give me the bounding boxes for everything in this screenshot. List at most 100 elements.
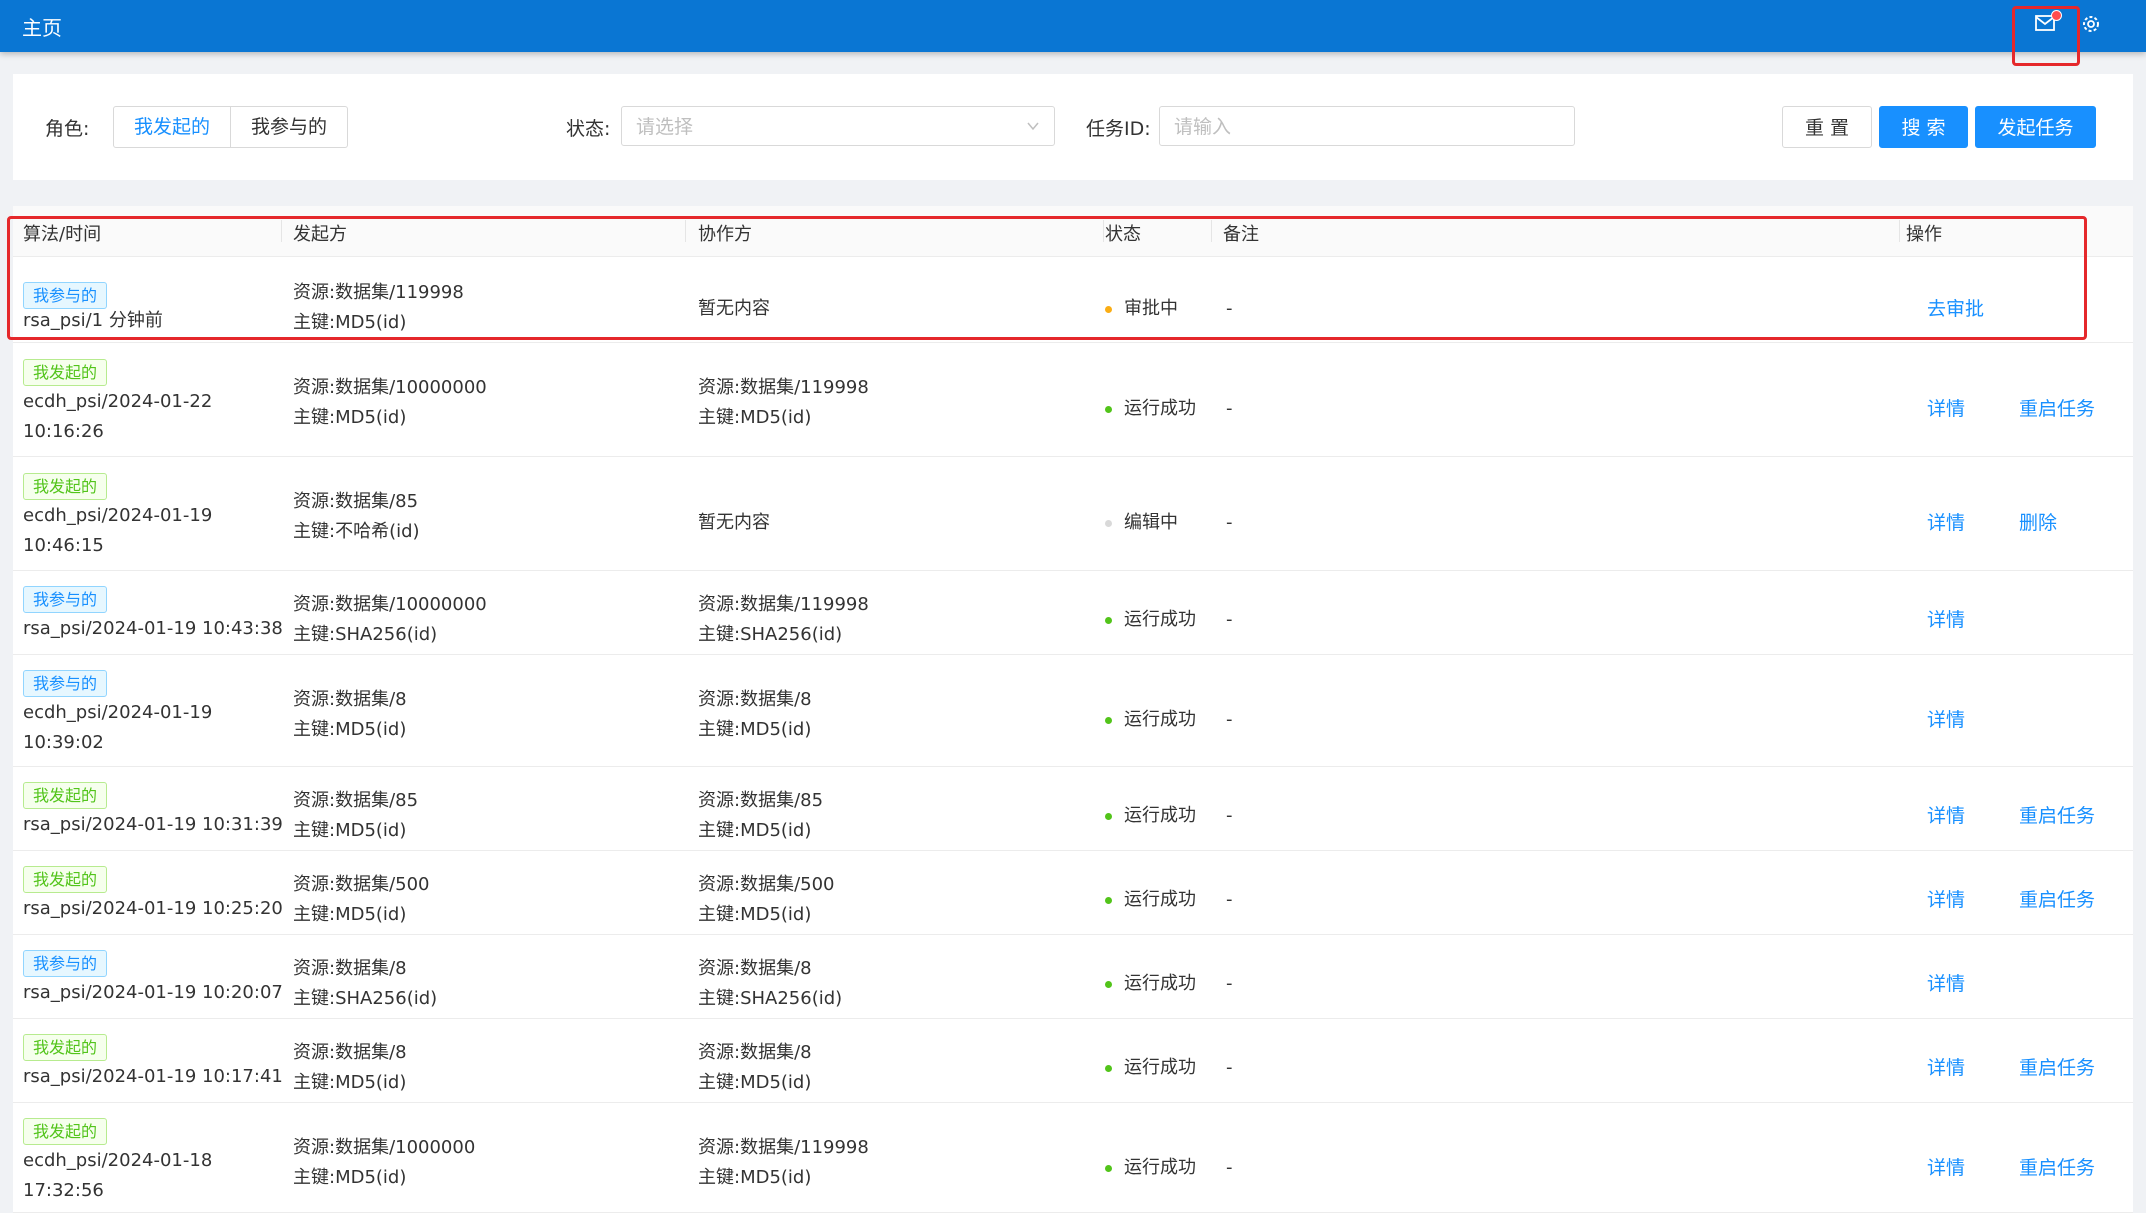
remark-text: - [1226, 398, 1233, 419]
remark-text: - [1226, 512, 1233, 533]
initiator-text: 主键:MD5(id) [293, 719, 407, 740]
role-tag: 我参与的 [23, 586, 108, 613]
status-dot-icon [1105, 519, 1112, 527]
algo-time-text: ecdh_psi/2024-01-18 [23, 1150, 213, 1171]
partner-text: 主键:SHA256(id) [698, 988, 843, 1009]
initiator-text: 资源:数据集/85 [293, 790, 419, 811]
partner-text: 主键:MD5(id) [698, 719, 812, 740]
role-segment: 我发起的 我参与的 [113, 106, 349, 148]
taskid-label: 任务ID: [1086, 118, 1151, 140]
status-cell: 运行成功 [1105, 605, 1196, 635]
restart-task-link[interactable]: 重启任务 [2019, 885, 2095, 912]
detail-link[interactable]: 详情 [1927, 1053, 1965, 1080]
algo-time-text: ecdh_psi/2024-01-19 [23, 505, 213, 526]
top-bar: 主页 [0, 0, 2146, 52]
status-dot-icon [1105, 716, 1112, 724]
table-header: 算法/时间 发起方 协作方 状态 备注 操作 [13, 206, 2133, 257]
table-row: 我参与的 rsa_psi/2024-01-19 10:43:38 资源:数据集/10… [13, 570, 2133, 655]
detail-link[interactable]: 详情 [1927, 969, 1965, 996]
status-text: 运行成功 [1124, 805, 1196, 826]
remark-text: - [1226, 973, 1233, 994]
status-cell: 审批中 [1105, 294, 1178, 324]
partner-text: 主键:MD5(id) [698, 407, 812, 428]
initiator-text: 主键:SHA256(id) [293, 624, 438, 645]
detail-link[interactable]: 详情 [1927, 801, 1965, 828]
remark-text: - [1226, 1057, 1233, 1078]
status-select[interactable]: 请选择 [621, 106, 1055, 146]
status-label: 状态: [566, 118, 611, 140]
status-dot-icon [1105, 616, 1112, 624]
partner-text: 主键:MD5(id) [698, 904, 812, 925]
status-cell: 编辑中 [1105, 508, 1178, 538]
unread-badge [2051, 10, 2062, 21]
status-dot-icon [1105, 405, 1112, 413]
col-remark: 备注 [1223, 224, 1259, 245]
initiator-text: 主键:MD5(id) [293, 820, 407, 841]
delete-link[interactable]: 删除 [2019, 508, 2057, 535]
status-dot-icon [1105, 980, 1112, 988]
status-cell: 运行成功 [1105, 1053, 1196, 1083]
create-task-button[interactable]: 发起任务 [1975, 106, 2096, 148]
remark-text: - [1226, 709, 1233, 730]
partner-text: 资源:数据集/85 [698, 790, 824, 811]
algo-time-text: rsa_psi/2024-01-19 10:17:41 [23, 1066, 283, 1087]
detail-link[interactable]: 详情 [1927, 705, 1965, 732]
partner-text: 资源:数据集/119998 [698, 377, 869, 398]
approve-link[interactable]: 去审批 [1927, 294, 1984, 321]
initiator-text: 资源:数据集/119998 [293, 282, 464, 303]
initiator-text: 资源:数据集/8 [293, 958, 407, 979]
status-text: 运行成功 [1124, 609, 1196, 630]
initiator-text: 资源:数据集/1000000 [293, 1137, 476, 1158]
table-row: 我发起的 ecdh_psi/2024-01-22 10:16:26 资源:数据集/10… [13, 342, 2133, 457]
initiator-text: 主键:SHA256(id) [293, 988, 438, 1009]
algo-time-text: 10:39:02 [23, 732, 104, 753]
initiator-text: 主键:MD5(id) [293, 1167, 407, 1188]
partner-text: 主键:MD5(id) [698, 820, 812, 841]
remark-text: - [1226, 298, 1233, 319]
initiator-text: 资源:数据集/8 [293, 689, 407, 710]
partner-text: 资源:数据集/8 [698, 958, 812, 979]
search-button[interactable]: 搜 索 [1879, 106, 1968, 148]
status-cell: 运行成功 [1105, 969, 1196, 999]
detail-link[interactable]: 详情 [1927, 394, 1965, 421]
status-cell: 运行成功 [1105, 705, 1196, 735]
role-option-initiated[interactable]: 我发起的 [113, 106, 232, 148]
status-dot-icon [1105, 305, 1112, 313]
table-row: 我参与的 ecdh_psi/2024-01-19 10:39:02 资源:数据集/8 主… [13, 654, 2133, 767]
role-tag: 我发起的 [23, 866, 108, 893]
detail-link[interactable]: 详情 [1927, 885, 1965, 912]
role-option-participated[interactable]: 我参与的 [231, 106, 349, 148]
status-dot-icon [1105, 1164, 1112, 1172]
gear-icon[interactable] [2080, 13, 2102, 35]
restart-task-link[interactable]: 重启任务 [2019, 394, 2095, 421]
col-divider [1899, 220, 1900, 242]
partner-text: 资源:数据集/8 [698, 1042, 812, 1063]
taskid-input[interactable]: 请输入 [1159, 106, 1575, 146]
remark-text: - [1226, 805, 1233, 826]
partner-text: 资源:数据集/119998 [698, 1137, 869, 1158]
partner-text: 暂无内容 [698, 512, 770, 533]
restart-task-link[interactable]: 重启任务 [2019, 801, 2095, 828]
detail-link[interactable]: 详情 [1927, 605, 1965, 632]
detail-link[interactable]: 详情 [1927, 1153, 1965, 1180]
initiator-text: 主键:MD5(id) [293, 312, 407, 333]
page-title: 主页 [22, 16, 62, 40]
reset-button[interactable]: 重 置 [1782, 106, 1872, 148]
algo-time-text: rsa_psi/2024-01-19 10:25:20 [23, 898, 283, 919]
initiator-text: 主键:MD5(id) [293, 407, 407, 428]
role-label: 角色: [45, 118, 90, 140]
table-row: 我参与的 rsa_psi/2024-01-19 10:20:07 资源:数据集/8 主… [13, 934, 2133, 1019]
role-tag: 我发起的 [23, 473, 108, 500]
table-row: 我发起的 ecdh_psi/2024-01-19 10:46:15 资源:数据集/85… [13, 456, 2133, 571]
col-divider [281, 220, 282, 242]
status-text: 审批中 [1124, 298, 1178, 319]
remark-text: - [1226, 889, 1233, 910]
restart-task-link[interactable]: 重启任务 [2019, 1153, 2095, 1180]
col-divider [685, 220, 686, 242]
restart-task-link[interactable]: 重启任务 [2019, 1053, 2095, 1080]
initiator-text: 资源:数据集/10000000 [293, 594, 487, 615]
role-tag: 我发起的 [23, 1034, 108, 1061]
col-actions: 操作 [1906, 224, 1942, 245]
detail-link[interactable]: 详情 [1927, 508, 1965, 535]
partner-text: 资源:数据集/8 [698, 689, 812, 710]
